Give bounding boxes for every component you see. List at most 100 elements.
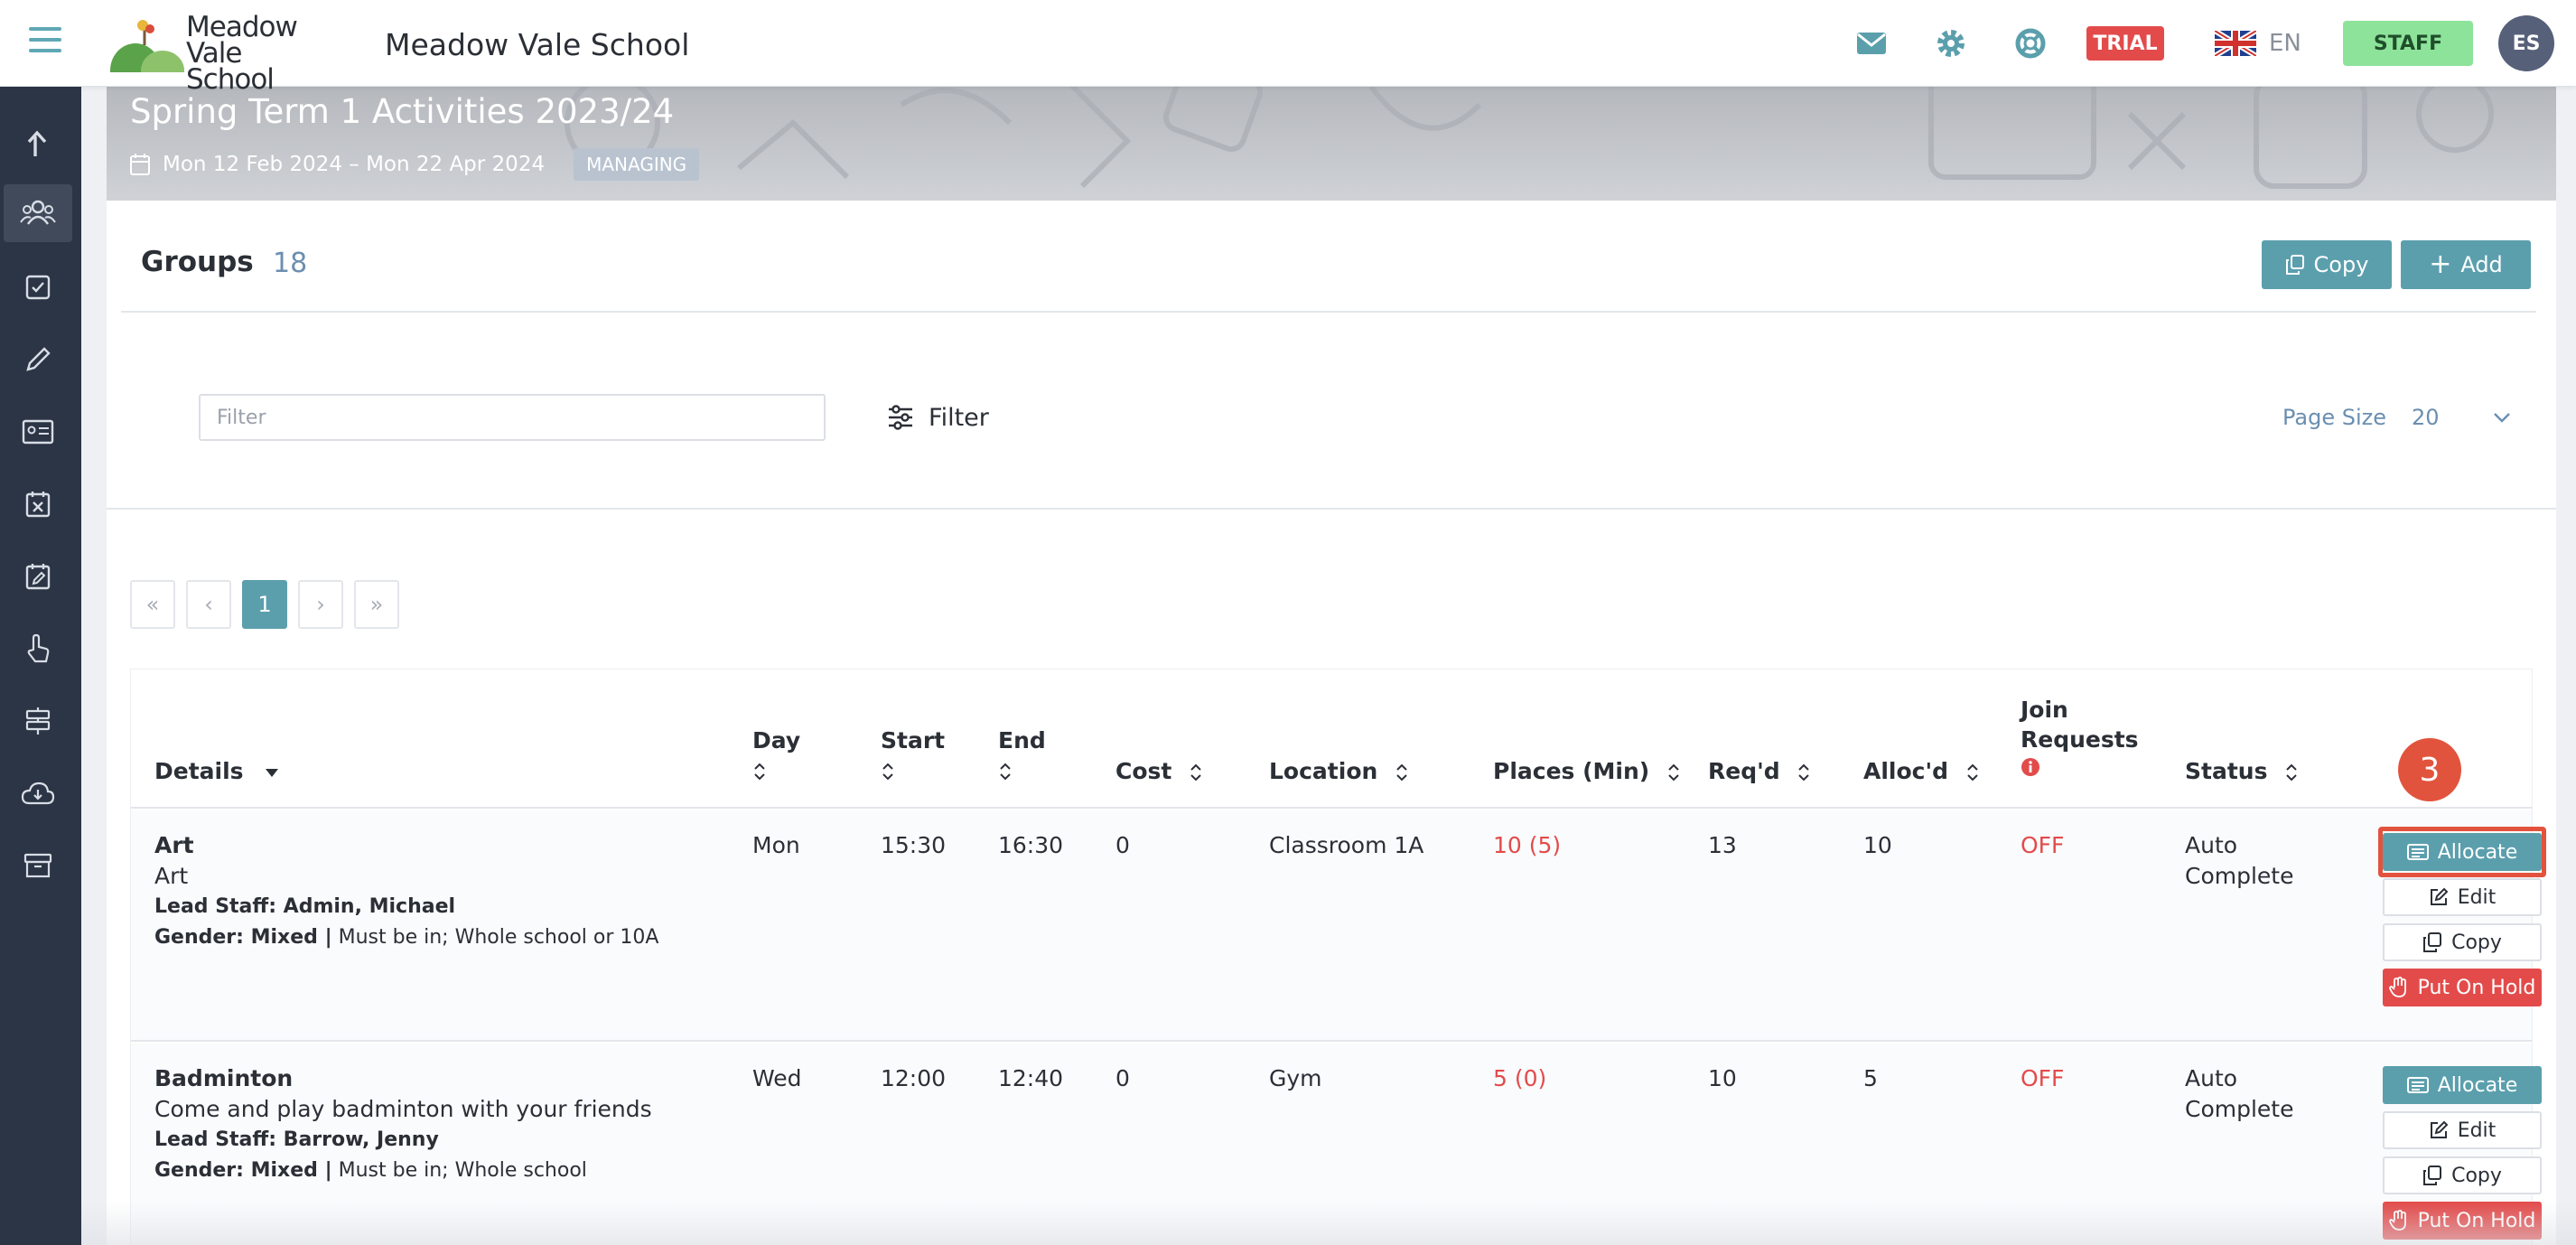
sidebar-archive-icon[interactable] [4, 837, 72, 894]
group-status: Auto Complete [2185, 830, 2293, 892]
mail-icon[interactable] [1853, 25, 1890, 61]
term-dates: Mon 12 Feb 2024 – Mon 22 Apr 2024 [163, 153, 546, 176]
sidebar-calendar-edit-icon[interactable] [4, 548, 72, 605]
group-status-line-2: Complete [2185, 1096, 2294, 1122]
group-cost: 0 [1115, 1065, 1130, 1091]
sidebar-id-card-icon[interactable] [4, 403, 72, 461]
col-join-requests[interactable]: Join Requests [2021, 695, 2139, 784]
trial-badge: TRIAL [2086, 26, 2164, 61]
sidebar-cloud-download-icon[interactable] [4, 764, 72, 822]
language-selector[interactable]: EN [2215, 25, 2301, 61]
sidebar-calendar-cancel-icon[interactable] [4, 475, 72, 533]
add-group-button[interactable]: + Add [2401, 240, 2531, 289]
group-cost: 0 [1115, 832, 1130, 858]
sort-icon [1967, 763, 1978, 782]
hand-stop-icon [2388, 977, 2406, 997]
sort-icon [1000, 763, 1011, 781]
user-avatar[interactable]: ES [2498, 15, 2554, 71]
group-places: 5 (0) [1493, 1065, 1547, 1091]
group-join-requests: OFF [2021, 1065, 2065, 1091]
col-allocd-label: Alloc'd [1863, 758, 1949, 784]
allocate-button[interactable]: Allocate [2383, 1066, 2542, 1104]
group-gender: Gender: Mixed | [154, 1159, 332, 1182]
prev-page-button[interactable]: ‹ [186, 580, 231, 629]
sidebar-pencil-icon[interactable] [4, 331, 72, 388]
calendar-icon [130, 154, 150, 175]
col-reqd[interactable]: Req'd [1708, 756, 1811, 786]
col-cost-label: Cost [1115, 758, 1172, 784]
copy-groups-button[interactable]: Copy [2262, 240, 2392, 289]
table-row: Badminton Come and play badminton with y… [131, 1044, 2542, 1245]
hand-stop-icon [2388, 1210, 2406, 1231]
group-name[interactable]: Art [154, 830, 658, 861]
groups-table: Details Day Start End Cost Location Plac… [130, 669, 2546, 1245]
allocate-button[interactable]: Allocate [2383, 833, 2542, 871]
staff-button[interactable]: STAFF [2343, 21, 2473, 66]
col-details[interactable]: Details [154, 756, 280, 786]
term-banner: Spring Term 1 Activities 2023/24 Mon 12 … [107, 87, 2556, 201]
edit-button[interactable]: Edit [2383, 1111, 2542, 1149]
sidebar-checklist-icon[interactable] [4, 258, 72, 316]
groups-header: Groups 18 Copy + Add [121, 201, 2536, 313]
copy-button[interactable]: Copy [2383, 1156, 2542, 1194]
group-location: Classroom 1A [1269, 832, 1424, 858]
school-logo[interactable]: Meadow Vale School [110, 14, 327, 94]
page-size-select[interactable]: 20 [2412, 399, 2511, 435]
col-end[interactable]: End [998, 725, 1046, 785]
col-day[interactable]: Day [752, 725, 800, 785]
group-start: 12:00 [881, 1065, 947, 1091]
put-on-hold-button[interactable]: Put On Hold [2383, 1202, 2542, 1240]
add-group-label: Add [2460, 252, 2503, 277]
menu-icon[interactable] [29, 27, 61, 54]
copy-groups-label: Copy [2313, 252, 2369, 277]
col-allocd[interactable]: Alloc'd [1863, 756, 1980, 786]
col-start[interactable]: Start [881, 725, 945, 785]
list-icon [2406, 844, 2429, 860]
group-details: Art Art Lead Staff: Admin, Michael Gende… [154, 830, 658, 953]
copy-label: Copy [2451, 931, 2502, 954]
group-reqd: 13 [1708, 832, 1737, 858]
plus-icon: + [2429, 248, 2452, 280]
edit-button[interactable]: Edit [2383, 878, 2542, 916]
col-join-label-1: Join [2021, 697, 2068, 723]
info-icon[interactable] [2021, 757, 2040, 777]
page-size-label: Page Size [2282, 405, 2386, 430]
first-page-button[interactable]: « [130, 580, 175, 629]
col-join-label-2: Requests [2021, 726, 2139, 753]
col-reqd-label: Req'd [1708, 758, 1780, 784]
advanced-filter-button[interactable]: Filter [887, 399, 989, 435]
sidebar-groups-icon[interactable] [4, 184, 72, 242]
language-code: EN [2269, 30, 2301, 57]
logo-line-2: Vale School [186, 37, 275, 96]
sidebar-signpost-icon[interactable] [4, 692, 72, 750]
group-status-line-1: Auto [2185, 832, 2238, 858]
top-bar: Meadow Vale School Meadow Vale School TR… [0, 0, 2576, 94]
col-cost[interactable]: Cost [1115, 756, 1203, 786]
sort-icon [1396, 763, 1407, 782]
col-places[interactable]: Places (Min) [1493, 756, 1681, 786]
sort-icon [754, 763, 765, 781]
page-1-button[interactable]: 1 [242, 580, 287, 629]
col-location[interactable]: Location [1269, 756, 1409, 786]
sidebar-hand-pointer-icon[interactable] [4, 620, 72, 678]
filter-input[interactable] [199, 394, 826, 441]
copy-icon [2423, 1165, 2442, 1185]
next-page-button[interactable]: › [298, 580, 343, 629]
group-start: 15:30 [881, 832, 947, 858]
help-lifebuoy-icon[interactable] [2012, 25, 2049, 61]
settings-gear-icon[interactable] [1933, 25, 1969, 61]
filter-bar: Filter Page Size 20 [107, 314, 2556, 510]
group-end: 12:40 [998, 1065, 1064, 1091]
last-page-button[interactable]: » [354, 580, 399, 629]
step-annotation-badge: 3 [2398, 738, 2461, 801]
group-name[interactable]: Badminton [154, 1063, 652, 1094]
group-end: 16:30 [998, 832, 1064, 858]
copy-button[interactable]: Copy [2383, 923, 2542, 961]
col-status[interactable]: Status [2185, 756, 2299, 786]
sidebar-back-icon[interactable] [4, 114, 72, 172]
chevron-down-icon [2494, 413, 2510, 423]
list-icon [2406, 1077, 2429, 1093]
page-size-value: 20 [2412, 405, 2440, 430]
allocate-label: Allocate [2437, 1073, 2518, 1097]
put-on-hold-button[interactable]: Put On Hold [2383, 969, 2542, 1006]
